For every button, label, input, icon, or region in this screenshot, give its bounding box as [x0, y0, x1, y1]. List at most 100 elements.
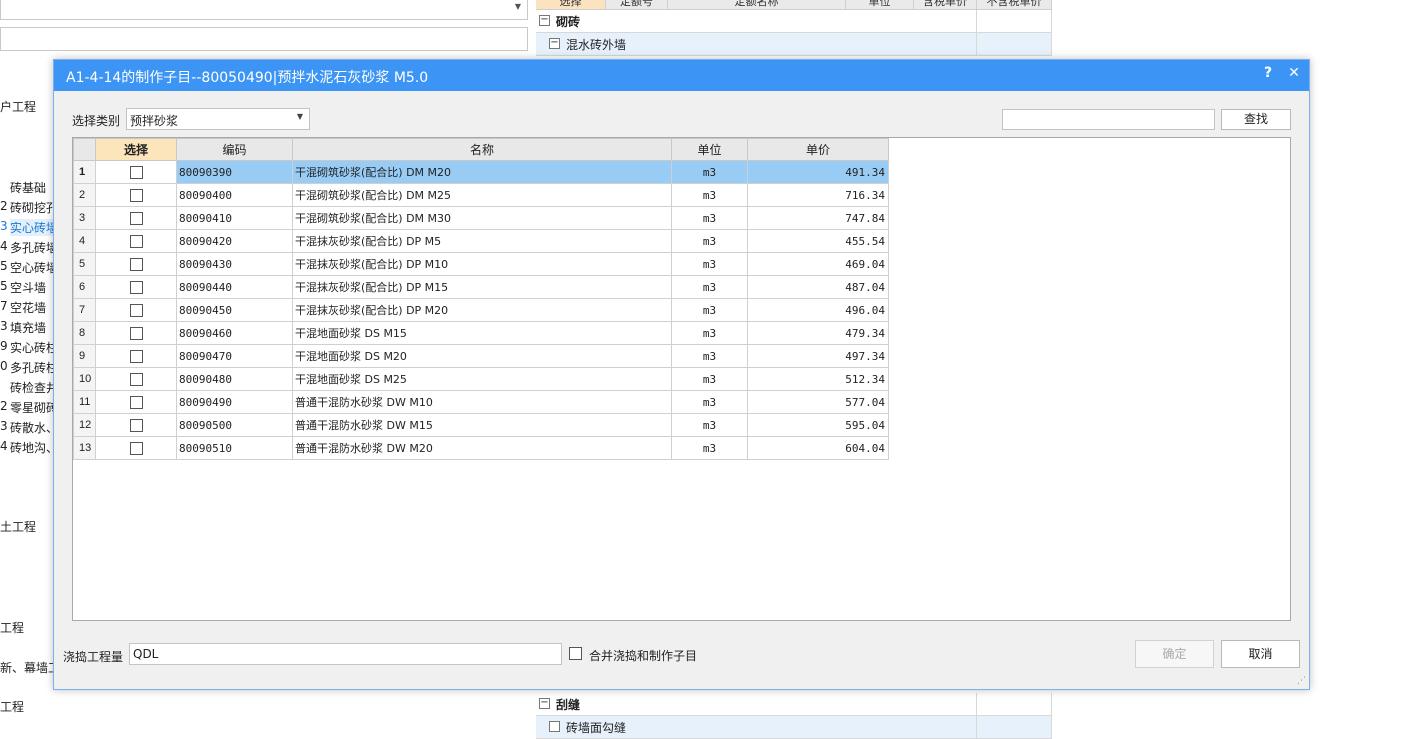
tree-item[interactable]: 户工程 — [0, 98, 36, 115]
grid-header-cell[interactable]: 定额名称 — [668, 0, 846, 10]
select-checkbox-cell[interactable] — [95, 275, 177, 299]
ok-button[interactable]: 确定 — [1135, 640, 1214, 668]
select-checkbox[interactable] — [129, 257, 143, 271]
collapse-icon[interactable]: − — [549, 38, 560, 49]
column-header-name[interactable]: 名称 — [292, 138, 672, 161]
select-checkbox-cell[interactable] — [95, 344, 177, 368]
tree-item[interactable]: 砖砌挖孔 — [10, 199, 58, 216]
tree-item[interactable]: 工程 — [0, 619, 24, 636]
grid-header-cell[interactable]: 不含税单价 — [977, 0, 1052, 10]
category-select[interactable]: 预拌砂浆 ▼ — [126, 108, 310, 130]
grid-group-row[interactable]: − 砌砖 — [536, 10, 1052, 33]
table-row[interactable]: 7 80090450 干混抹灰砂浆(配合比) DP M20 m3 496.04 — [73, 298, 889, 322]
row-number: 5 — [73, 252, 96, 276]
select-checkbox-cell[interactable] — [95, 160, 177, 184]
tree-item[interactable]: 土工程 — [0, 518, 36, 535]
select-checkbox-cell[interactable] — [95, 367, 177, 391]
search-input[interactable] — [1002, 109, 1215, 130]
select-checkbox[interactable] — [129, 165, 143, 179]
table-row[interactable]: 4 80090420 干混抹灰砂浆(配合比) DP M5 m3 455.54 — [73, 229, 889, 253]
help-icon[interactable]: ? — [1259, 65, 1277, 81]
grid-group-row[interactable]: − 混水砖外墙 — [536, 33, 1052, 56]
grid-header-cell[interactable]: 选择 — [536, 0, 606, 10]
unit-cell: m3 — [671, 229, 748, 253]
table-row[interactable]: 2 80090400 干混砌筑砂浆(配合比) DM M25 m3 716.34 — [73, 183, 889, 207]
resize-grip-icon[interactable]: ⋰ — [1297, 676, 1306, 686]
tree-item-selected[interactable]: 实心砖墙 — [10, 219, 59, 236]
tree-item[interactable]: 砖基础 — [10, 179, 46, 196]
tree-item[interactable]: 砖检查井 — [10, 379, 58, 396]
select-checkbox[interactable] — [129, 349, 143, 363]
select-checkbox-cell[interactable] — [95, 413, 177, 437]
select-checkbox-cell[interactable] — [95, 298, 177, 322]
tree-item[interactable]: 零星砌砖 — [10, 399, 58, 416]
tree-item[interactable]: 多孔砖墙 — [10, 239, 58, 256]
price-cell: 455.54 — [747, 229, 889, 253]
grid-group-row[interactable]: 砖墙面勾缝 — [536, 716, 1052, 739]
merge-checkbox[interactable] — [569, 647, 582, 660]
table-row[interactable]: 10 80090480 干混地面砂浆 DS M25 m3 512.34 — [73, 367, 889, 391]
close-icon[interactable]: ✕ — [1285, 65, 1303, 81]
tree-item[interactable]: 填充墙 — [10, 319, 46, 336]
row-number: 13 — [73, 436, 96, 460]
background-dropdown[interactable]: ▼ — [0, 0, 528, 20]
table-row[interactable]: 9 80090470 干混地面砂浆 DS M20 m3 497.34 — [73, 344, 889, 368]
collapse-icon[interactable]: − — [539, 15, 550, 26]
dialog-titlebar[interactable]: A1-4-14的制作子目--80050490|预拌水泥石灰砂浆 M5.0 ? ✕ — [54, 60, 1309, 91]
tree-item[interactable]: 新、幕墙工 — [0, 659, 60, 676]
code-cell: 80090410 — [176, 206, 293, 230]
table-row[interactable]: 5 80090430 干混抹灰砂浆(配合比) DP M10 m3 469.04 — [73, 252, 889, 276]
select-checkbox-cell[interactable] — [95, 183, 177, 207]
select-checkbox[interactable] — [129, 211, 143, 225]
column-header-code[interactable]: 编码 — [176, 138, 293, 161]
tree-item[interactable]: 砖散水、 — [10, 419, 58, 436]
tree-item[interactable]: 工程 — [0, 698, 24, 715]
tree-item[interactable]: 空心砖墙 — [10, 259, 58, 276]
pour-quantity-input[interactable]: QDL — [129, 643, 562, 665]
unit-cell: m3 — [671, 390, 748, 414]
price-cell: 497.34 — [747, 344, 889, 368]
find-button[interactable]: 查找 — [1221, 109, 1291, 130]
select-checkbox[interactable] — [129, 441, 143, 455]
select-checkbox-cell[interactable] — [95, 206, 177, 230]
cancel-button[interactable]: 取消 — [1221, 640, 1300, 668]
table-row[interactable]: 11 80090490 普通干混防水砂浆 DW M10 m3 577.04 — [73, 390, 889, 414]
select-checkbox-cell[interactable] — [95, 229, 177, 253]
table-row[interactable]: 6 80090440 干混抹灰砂浆(配合比) DP M15 m3 487.04 — [73, 275, 889, 299]
tree-item[interactable]: 空斗墙 — [10, 279, 46, 296]
column-header-unit[interactable]: 单位 — [671, 138, 748, 161]
select-checkbox[interactable] — [129, 326, 143, 340]
table-row[interactable]: 8 80090460 干混地面砂浆 DS M15 m3 479.34 — [73, 321, 889, 345]
column-header-price[interactable]: 单价 — [747, 138, 889, 161]
select-checkbox[interactable] — [129, 234, 143, 248]
select-checkbox[interactable] — [129, 418, 143, 432]
table-row[interactable]: 12 80090500 普通干混防水砂浆 DW M15 m3 595.04 — [73, 413, 889, 437]
tree-item[interactable]: 砖地沟、 — [10, 439, 58, 456]
unit-cell: m3 — [671, 344, 748, 368]
select-checkbox[interactable] — [129, 372, 143, 386]
tree-item[interactable]: 多孔砖柱 — [10, 359, 58, 376]
table-row[interactable]: 1 80090390 干混砌筑砂浆(配合比) DM M20 m3 491.34 — [73, 160, 889, 184]
grid-header-cell[interactable]: 含税单价 — [914, 0, 977, 10]
table-row[interactable]: 13 80090510 普通干混防水砂浆 DW M20 m3 604.04 — [73, 436, 889, 460]
collapse-icon[interactable]: − — [539, 698, 550, 709]
select-checkbox-cell[interactable] — [95, 390, 177, 414]
select-checkbox-cell[interactable] — [95, 436, 177, 460]
table-row[interactable]: 3 80090410 干混砌筑砂浆(配合比) DM M30 m3 747.84 — [73, 206, 889, 230]
unit-cell: m3 — [671, 367, 748, 391]
grid-group-row[interactable]: − 刮缝 — [536, 693, 1052, 716]
select-checkbox[interactable] — [129, 188, 143, 202]
merge-checkbox-label[interactable]: 合并浇捣和制作子目 — [589, 647, 697, 664]
select-checkbox-cell[interactable] — [95, 321, 177, 345]
background-input[interactable] — [0, 27, 528, 51]
tree-item[interactable]: 空花墙 — [10, 299, 46, 316]
select-checkbox[interactable] — [129, 303, 143, 317]
grid-header-cell[interactable]: 定额号 — [606, 0, 668, 10]
select-checkbox[interactable] — [129, 395, 143, 409]
tree-item[interactable]: 实心砖柱 — [10, 339, 58, 356]
select-checkbox[interactable] — [129, 280, 143, 294]
select-checkbox-cell[interactable] — [95, 252, 177, 276]
column-header-select[interactable]: 选择 — [95, 138, 177, 161]
tree-index: 7 — [0, 299, 8, 313]
grid-header-cell[interactable]: 单位 — [846, 0, 914, 10]
